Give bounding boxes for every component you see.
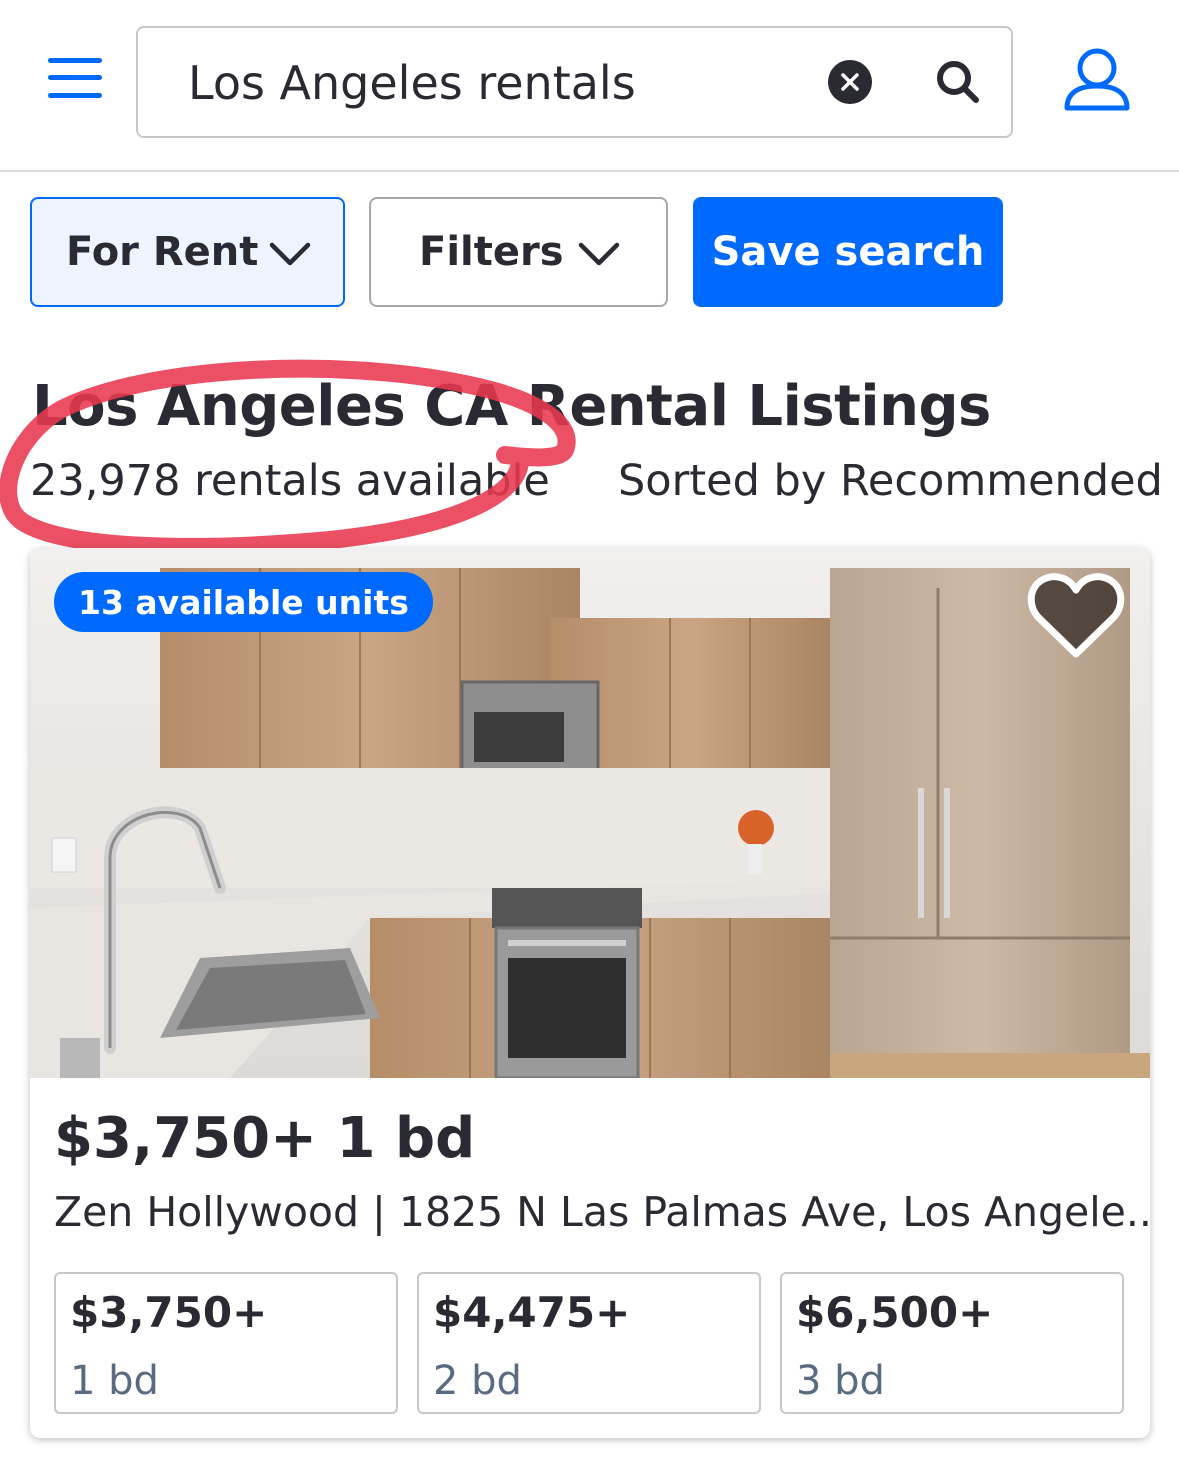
chevron-down-icon [269,242,311,266]
unit-beds: 2 bd [433,1358,522,1404]
listing-price: $3,750+ 1 bd [54,1106,476,1171]
user-icon[interactable] [1062,46,1132,112]
unit-beds: 1 bd [70,1358,159,1404]
results-count: 23,978 rentals available [30,456,550,506]
unit-option-1bd[interactable]: $3,750+ 1 bd [54,1272,398,1414]
clear-icon[interactable] [828,60,872,104]
for-rent-dropdown[interactable]: For Rent [30,197,345,307]
page-title: Los Angeles CA Rental Listings [32,374,991,439]
top-bar: Los Angeles rentals [0,0,1179,172]
search-input-value[interactable]: Los Angeles rentals [188,56,636,110]
search-icon[interactable] [934,58,982,106]
available-units-badge: 13 available units [54,572,433,632]
unit-price: $3,750+ [70,1288,268,1337]
unit-price: $4,475+ [433,1288,631,1337]
filters-label: Filters [419,229,564,275]
listing-photo[interactable]: 13 available units [30,548,1150,1078]
listing-card[interactable]: 13 available units $3,750+ 1 bd Zen Holl… [30,548,1150,1438]
unit-option-2bd[interactable]: $4,475+ 2 bd [417,1272,761,1414]
chevron-down-icon [578,242,620,266]
save-search-label: Save search [711,229,985,275]
unit-price: $6,500+ [796,1288,994,1337]
hamburger-menu-icon[interactable] [48,56,102,102]
filters-dropdown[interactable]: Filters [369,197,668,307]
for-rent-label: For Rent [66,229,259,275]
unit-option-3bd[interactable]: $6,500+ 3 bd [780,1272,1124,1414]
search-input[interactable]: Los Angeles rentals [136,26,1013,138]
save-search-button[interactable]: Save search [693,197,1003,307]
listing-address: Zen Hollywood | 1825 N Las Palmas Ave, L… [54,1188,1150,1236]
heart-icon[interactable] [1026,570,1126,662]
sort-control[interactable]: Sorted by Recommended [618,456,1163,506]
unit-beds: 3 bd [796,1358,885,1404]
